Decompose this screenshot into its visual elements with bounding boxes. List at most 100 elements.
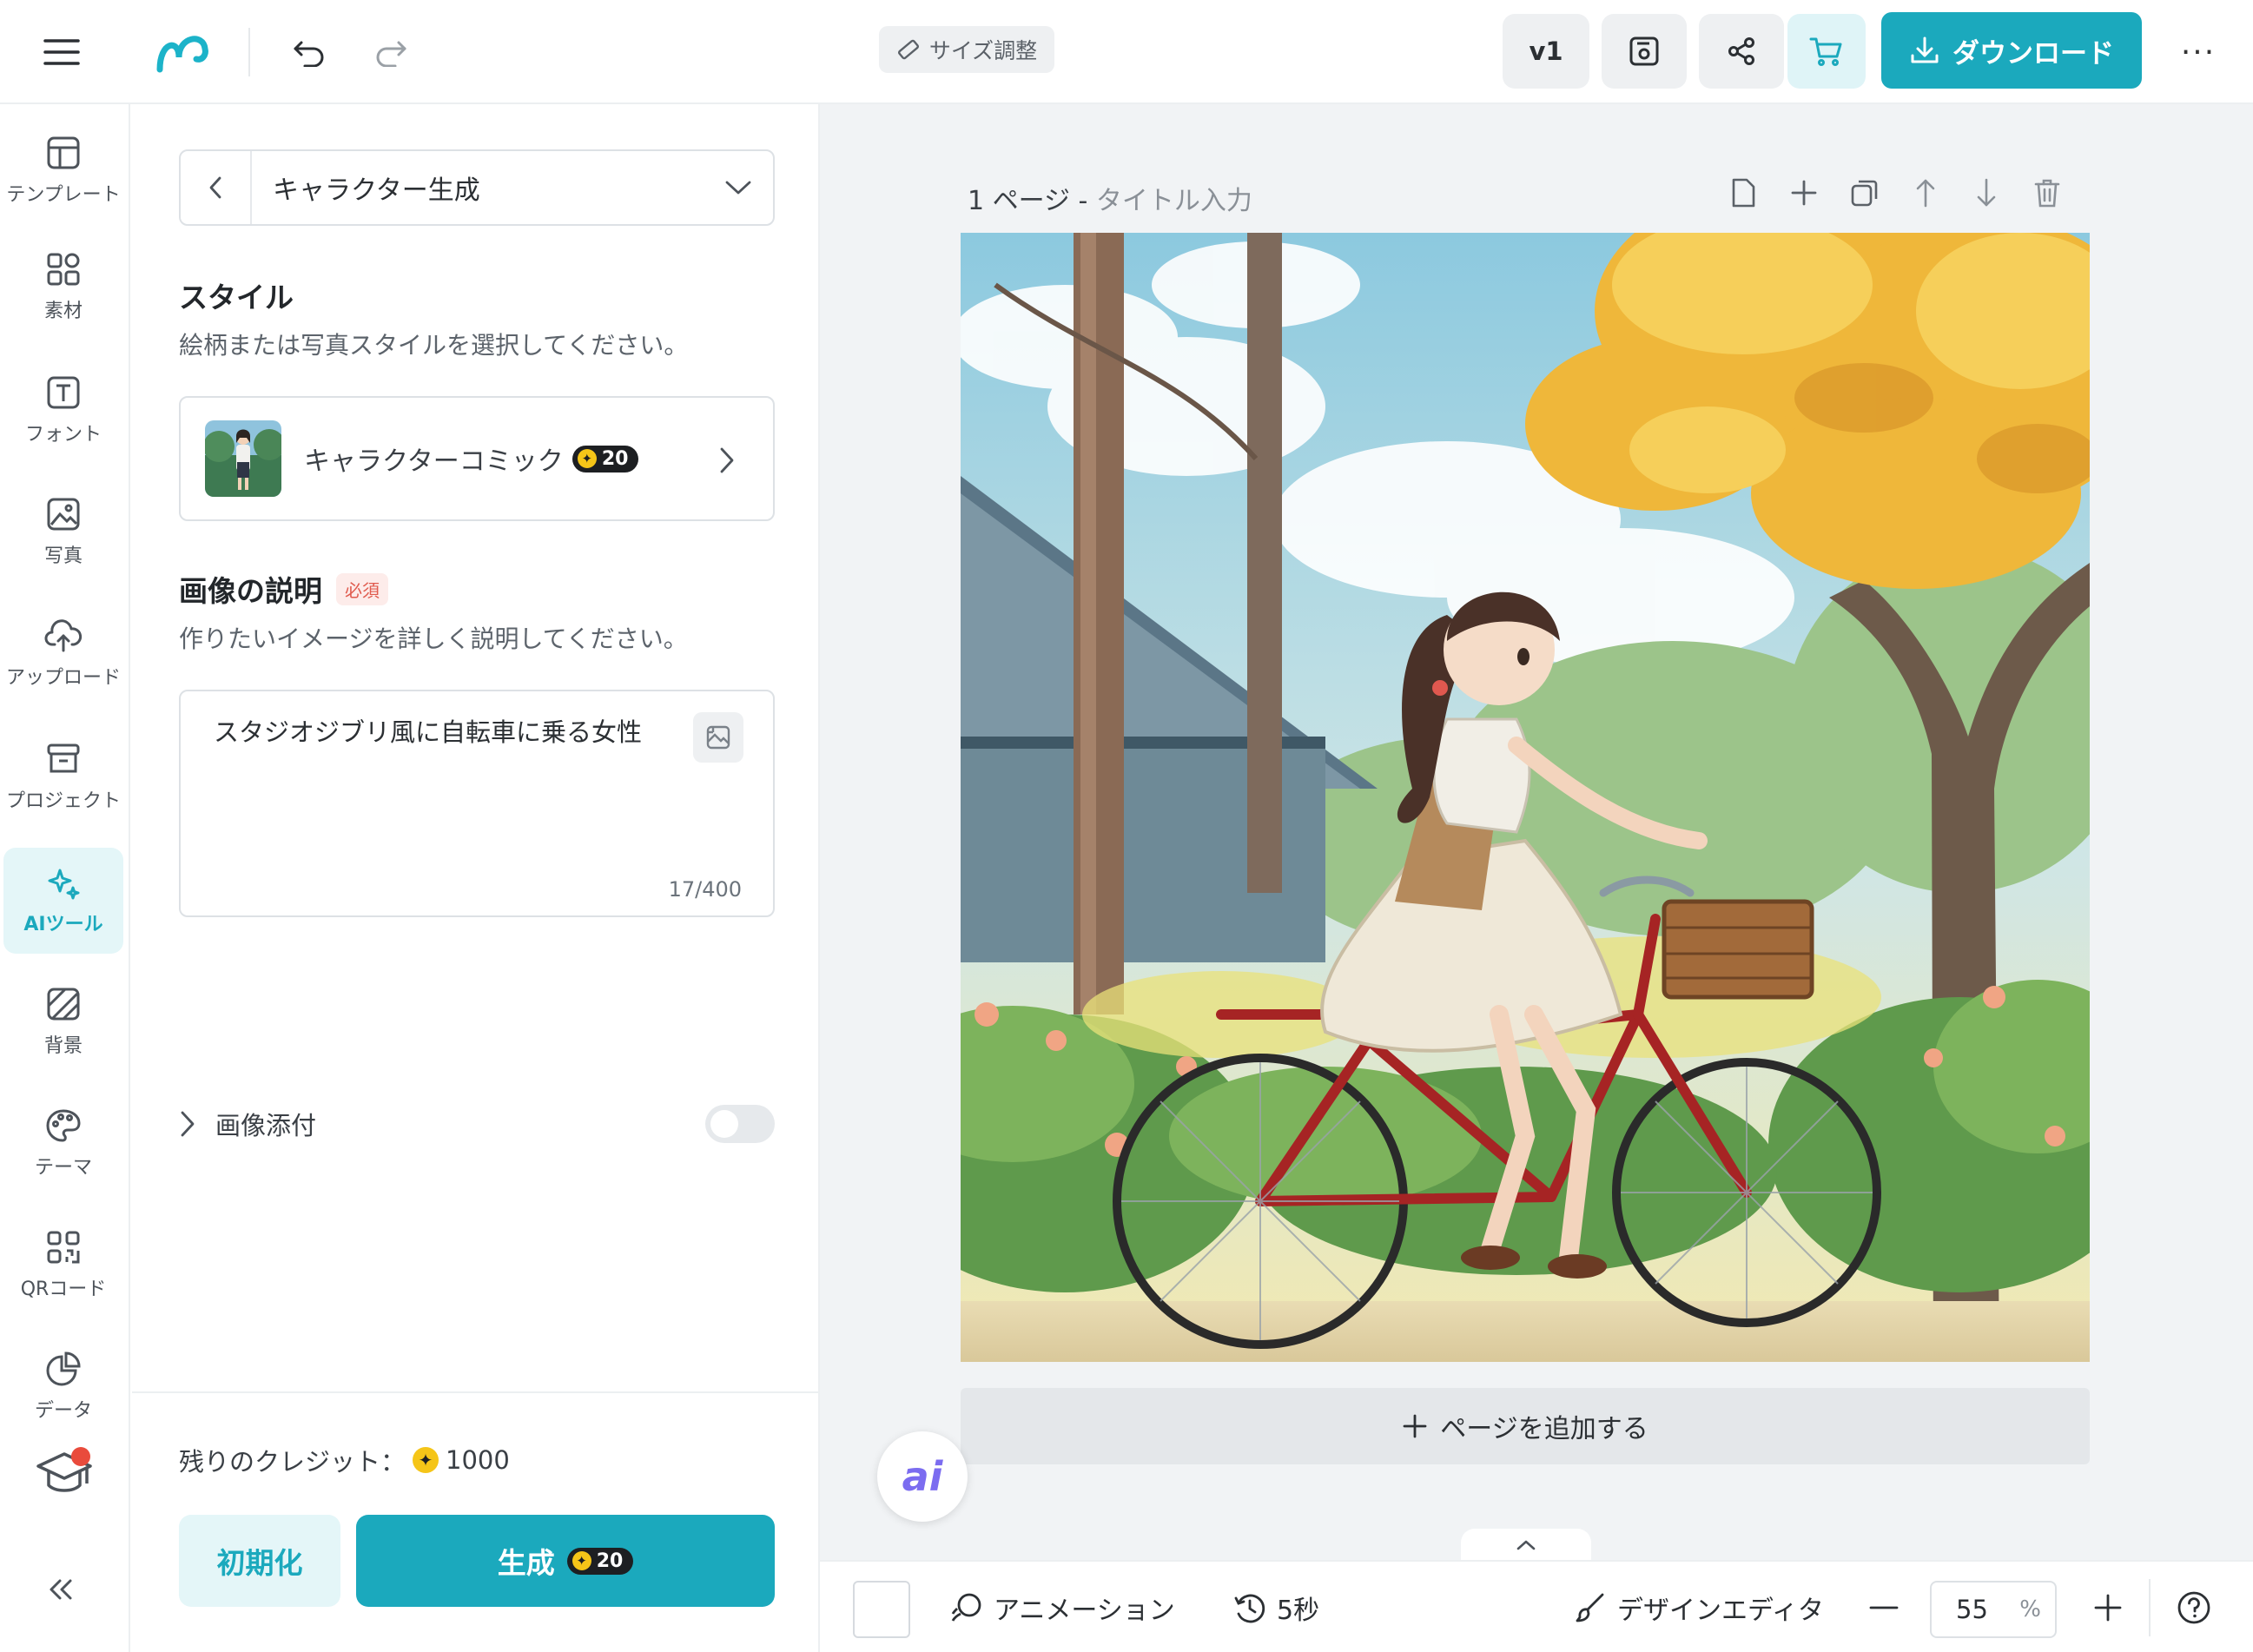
bottom-toolbar: アニメーション 5秒 デザインエディタ 55 % [820, 1560, 2253, 1652]
download-button[interactable]: ダウンロード [1881, 12, 2142, 89]
rail-item-data[interactable]: データ [3, 1334, 123, 1440]
rail-label: アップロード [5, 667, 121, 689]
rail-item-background[interactable]: 背景 [3, 969, 123, 1075]
zoom-out-icon[interactable] [1869, 1562, 1899, 1652]
generated-image[interactable] [961, 233, 2090, 1362]
generate-cost-value: 20 [596, 1550, 624, 1572]
style-name: キャラクターコミック [304, 446, 564, 477]
ai-tool-panel: キャラクター生成 スタイル 絵柄または写真スタイルを選択してください。 キャラク… [132, 104, 820, 1652]
prompt-textarea[interactable]: スタジオジブリ風に自転車に乗る女性 17/400 [179, 690, 775, 917]
image-attach-row[interactable]: 画像添付 [179, 1098, 775, 1150]
rail-item-font[interactable]: フォント [3, 358, 123, 464]
rail-item-theme[interactable]: テーマ [3, 1091, 123, 1197]
coin-icon: ✦ [572, 1551, 591, 1570]
chevron-left-icon [209, 176, 221, 199]
required-badge: 必須 [336, 572, 388, 605]
chevron-down-icon[interactable] [704, 180, 773, 195]
cart-button[interactable] [1787, 14, 1866, 89]
qr-icon [47, 1231, 80, 1264]
chevron-right-icon[interactable] [179, 1110, 196, 1138]
move-page-down-icon[interactable] [1972, 175, 2001, 210]
rail-label: 写真 [43, 545, 83, 567]
template-icon [47, 136, 80, 169]
generate-cost-badge: ✦ 20 [566, 1547, 634, 1575]
help-icon[interactable] [2177, 1562, 2211, 1652]
rail-item-ai-tools[interactable]: AIツール [3, 848, 123, 954]
rail-item-photo[interactable]: 写真 [3, 479, 123, 585]
version-button[interactable]: v1 [1503, 14, 1589, 89]
coin-icon: ✦ [577, 449, 597, 468]
image-attach-toggle[interactable] [705, 1105, 775, 1143]
resize-button[interactable]: サイズ調整 [879, 26, 1054, 73]
cart-icon [1809, 37, 1842, 66]
zoom-input[interactable]: 55 % [1930, 1581, 2057, 1638]
add-page-label: ページを追加する [1440, 1414, 1648, 1444]
rail-item-elements[interactable]: 素材 [3, 235, 123, 340]
panel-divider [132, 1391, 818, 1393]
photo-icon [47, 498, 80, 531]
rail-label: テーマ [34, 1157, 92, 1179]
reset-button[interactable]: 初期化 [179, 1515, 340, 1607]
duration-label: 5秒 [1277, 1596, 1320, 1626]
app-logo[interactable] [148, 19, 219, 85]
more-options-icon[interactable]: ··· [2168, 26, 2229, 78]
chevron-up-icon [1516, 1540, 1536, 1550]
back-button[interactable] [181, 151, 252, 224]
duration-button[interactable]: 5秒 [1233, 1562, 1319, 1652]
zoom-in-icon[interactable] [2093, 1562, 2123, 1652]
ai-assistant-button[interactable]: ai [877, 1431, 968, 1522]
brush-icon [1576, 1593, 1604, 1622]
credits-value: 1000 [446, 1445, 510, 1475]
style-cost-value: 20 [601, 447, 629, 470]
expand-pages-button[interactable] [1461, 1529, 1591, 1562]
rail-label: データ [34, 1400, 92, 1422]
chevron-right-icon [720, 447, 734, 473]
rail-item-qr[interactable]: QRコード [3, 1213, 123, 1318]
animation-button[interactable]: アニメーション [950, 1562, 1175, 1652]
rail-item-project[interactable]: プロジェクト [3, 724, 123, 830]
image-prompt-icon [706, 725, 730, 750]
clock-icon [1234, 1594, 1265, 1623]
rail-label: AIツール [23, 914, 103, 935]
page-title[interactable]: 1 ページ - タイトル入力 [968, 179, 1252, 217]
ruler-icon [896, 37, 921, 62]
rail-label: テンプレート [6, 184, 121, 206]
save-button[interactable] [1602, 14, 1687, 89]
design-editor-button[interactable]: デザインエディタ [1574, 1562, 1824, 1652]
project-icon [47, 743, 80, 773]
move-page-up-icon[interactable] [1911, 175, 1940, 210]
coin-icon: ✦ [413, 1447, 439, 1473]
image-attach-label: 画像添付 [215, 1111, 317, 1140]
upload-icon [44, 619, 83, 652]
style-cost-badge: ✦ 20 [572, 445, 639, 472]
design-editor-label: デザインエディタ [1617, 1596, 1824, 1626]
delete-page-icon[interactable] [2032, 175, 2062, 210]
page-note-icon[interactable] [1728, 175, 1758, 210]
canvas-area: 1 ページ - タイトル入力 ページを追加する ai [820, 104, 2253, 1562]
download-label: ダウンロード [1952, 37, 2114, 69]
add-page-icon[interactable] [1789, 175, 1819, 210]
char-count: 17/400 [668, 877, 742, 902]
collapse-sidebar-icon[interactable] [35, 1563, 87, 1616]
redo-icon[interactable] [365, 26, 417, 78]
prompt-enhance-button[interactable] [693, 712, 743, 763]
rail-label: フォント [24, 424, 102, 446]
generate-label: 生成 [497, 1546, 555, 1580]
share-button[interactable] [1699, 14, 1784, 89]
style-selector-card[interactable]: キャラクターコミック ✦ 20 [179, 396, 775, 521]
undo-icon[interactable] [283, 26, 335, 78]
page-title-input[interactable]: タイトル入力 [1096, 186, 1252, 216]
duplicate-page-icon[interactable] [1850, 175, 1880, 210]
rail-label: QRコード [20, 1279, 107, 1300]
share-icon [1728, 37, 1754, 65]
left-rail: テンプレート 素材 フォント 写真 アップロード プロジェクト AIツール 背景… [0, 104, 130, 1652]
font-icon [47, 376, 80, 409]
rail-item-upload[interactable]: アップロード [3, 601, 123, 707]
add-page-button[interactable]: ページを追加する [961, 1388, 2090, 1464]
tool-selector[interactable]: キャラクター生成 [179, 149, 775, 226]
page-color-swatch[interactable] [853, 1581, 910, 1638]
generate-button[interactable]: 生成 ✦ 20 [356, 1515, 775, 1607]
style-description: 絵柄または写真スタイルを選択してください。 [179, 331, 689, 360]
rail-item-template[interactable]: テンプレート [3, 118, 123, 224]
menu-icon[interactable] [35, 26, 89, 78]
